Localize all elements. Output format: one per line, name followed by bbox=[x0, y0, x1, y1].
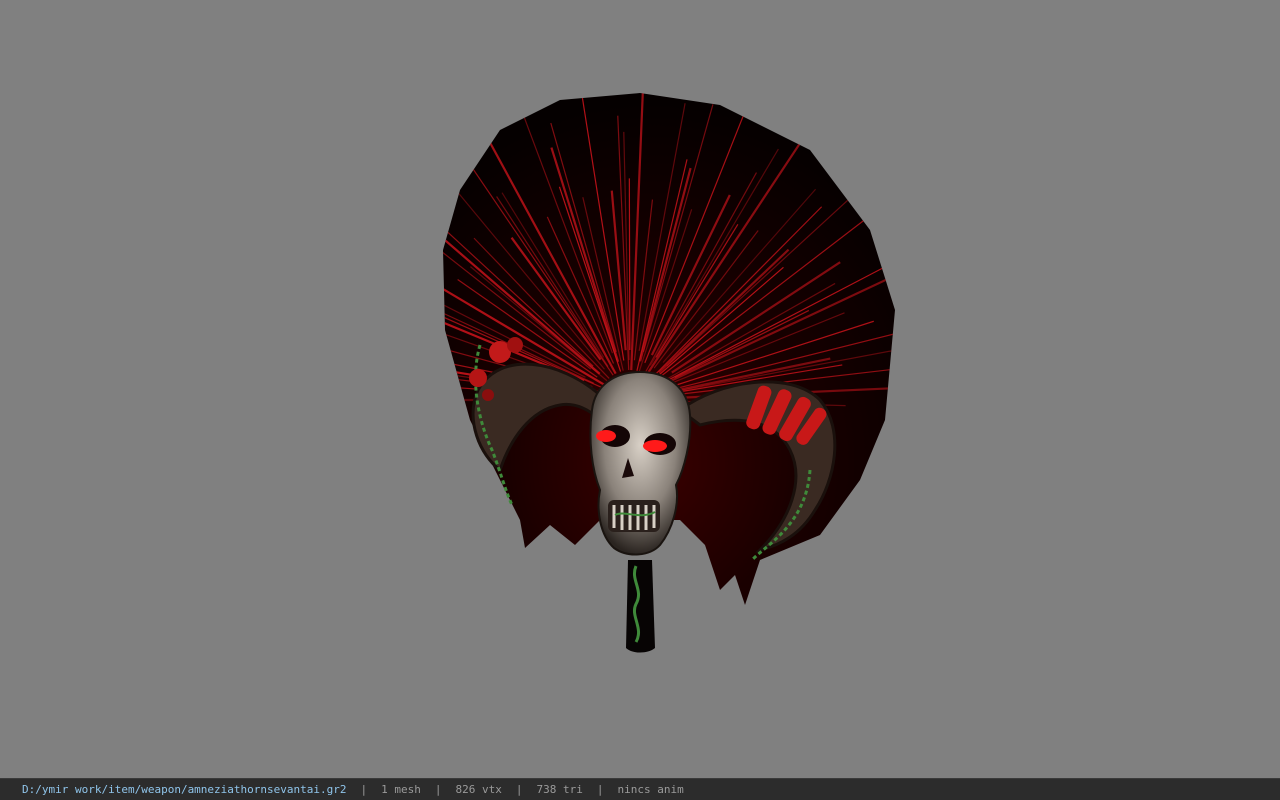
ray-strand bbox=[628, 178, 631, 351]
handle bbox=[626, 560, 655, 653]
skull bbox=[589, 370, 692, 556]
left-eye bbox=[596, 430, 616, 442]
status-separator: | bbox=[360, 783, 368, 796]
file-path-label: D:/ymir work/item/weapon/amneziathornsev… bbox=[22, 783, 347, 796]
status-separator: | bbox=[515, 783, 523, 796]
weapon-model-render bbox=[443, 93, 895, 653]
status-separator: | bbox=[434, 783, 442, 796]
animation-status-label: nincs anim bbox=[617, 783, 684, 796]
status-bar: D:/ymir work/item/weapon/amneziathornsev… bbox=[0, 778, 1280, 800]
3d-viewport[interactable] bbox=[0, 0, 1280, 778]
triangle-count-label: 738 tri bbox=[536, 783, 583, 796]
vertex-count-label: 826 vtx bbox=[455, 783, 502, 796]
right-eye bbox=[643, 440, 667, 452]
mesh-count-label: 1 mesh bbox=[381, 783, 421, 796]
status-separator: | bbox=[596, 783, 604, 796]
